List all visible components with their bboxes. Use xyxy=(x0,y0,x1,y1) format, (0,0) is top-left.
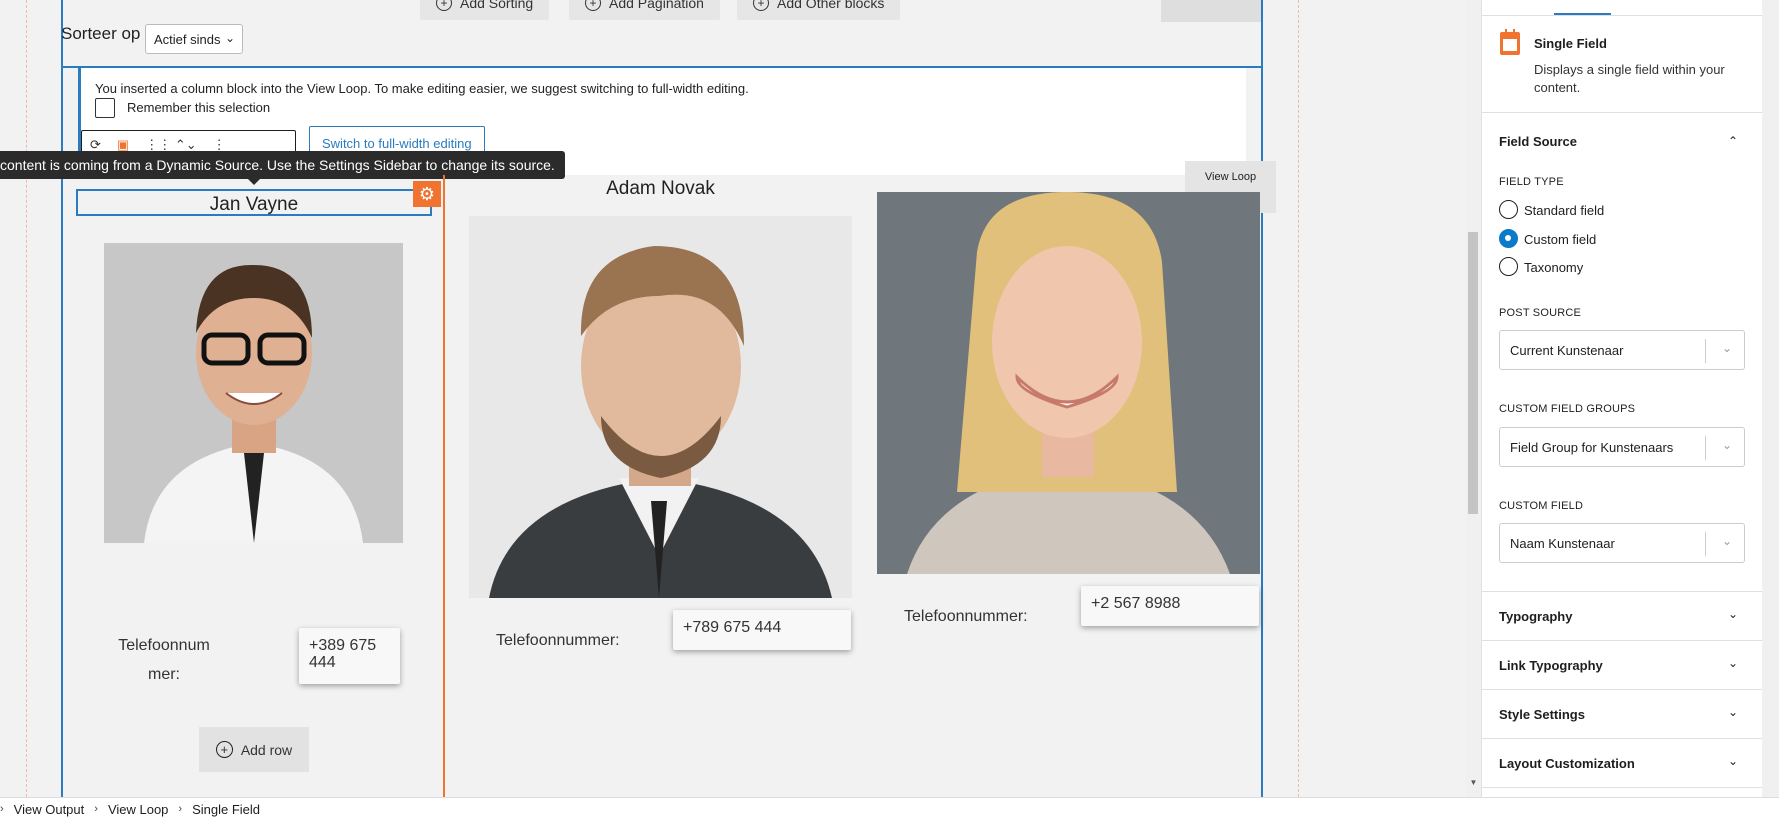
add-sorting-label: Add Sorting xyxy=(460,0,534,11)
block-title: Single Field xyxy=(1534,36,1607,51)
custom-field-groups-select[interactable]: Field Group for Kunstenaars ⌄ xyxy=(1499,427,1745,467)
chevron-down-icon[interactable]: ⌄ xyxy=(1728,607,1738,621)
sort-select-value: Actief sinds xyxy=(154,32,221,47)
person-photo xyxy=(877,192,1260,574)
custom-field-groups-value: Field Group for Kunstenaars xyxy=(1510,440,1674,455)
style-settings-panel-title[interactable]: Style Settings xyxy=(1499,707,1585,722)
breadcrumb-item-view-loop[interactable]: View Loop xyxy=(108,802,168,817)
custom-field-label: CUSTOM FIELD xyxy=(1499,500,1584,512)
phone-value: +789 675 444 xyxy=(673,610,851,650)
phone-value-line1: +389 675 xyxy=(309,637,377,654)
phone-value: +389 675 444 xyxy=(299,628,400,684)
phone-label: Telefoonnummer: xyxy=(904,608,1028,625)
post-source-select[interactable]: Current Kunstenaar ⌄ xyxy=(1499,330,1745,370)
radio-taxonomy-label: Taxonomy xyxy=(1524,260,1584,275)
settings-sidebar: Single Field Displays a single field wit… xyxy=(1481,0,1763,797)
tab-divider xyxy=(1482,15,1763,16)
add-other-blocks-label: Add Other blocks xyxy=(777,0,885,11)
person-photo-art xyxy=(104,243,403,543)
calendar-icon xyxy=(1500,29,1520,55)
divider xyxy=(1482,689,1763,690)
chevron-right-icon: › xyxy=(0,803,4,815)
custom-field-select[interactable]: Naam Kunstenaar ⌄ xyxy=(1499,523,1745,563)
phone-label: Telefoonnummer: xyxy=(496,632,620,649)
scroll-down-arrow[interactable]: ▼ xyxy=(1466,778,1481,787)
field-type-label: FIELD TYPE xyxy=(1499,176,1564,188)
plus-circle-icon: + xyxy=(436,0,452,11)
sidebar-scrollbar[interactable] xyxy=(1762,0,1779,797)
gear-icon[interactable]: ⚙ xyxy=(413,181,441,207)
breadcrumb-item-view-output[interactable]: View Output xyxy=(14,802,85,817)
radio-standard-label: Standard field xyxy=(1524,203,1605,218)
remember-checkbox[interactable] xyxy=(95,98,115,118)
chevron-down-icon: ⌄ xyxy=(1721,534,1732,548)
phone-value: +2 567 8988 xyxy=(1081,586,1259,626)
divider xyxy=(1482,738,1763,739)
card-name[interactable]: Jan Vayne xyxy=(76,189,432,216)
chevron-right-icon: › xyxy=(94,803,98,815)
chevron-right-icon: › xyxy=(178,803,183,815)
plus-circle-icon: + xyxy=(753,0,769,11)
divider xyxy=(1482,787,1763,788)
chevron-down-icon: ⌄ xyxy=(224,31,235,45)
radio-standard-field[interactable] xyxy=(1499,200,1518,219)
plus-circle-icon: + xyxy=(215,741,233,758)
chevron-down-icon[interactable]: ⌄ xyxy=(1728,754,1738,768)
guide-line xyxy=(26,0,27,797)
chevron-down-icon: ⌄ xyxy=(1721,438,1732,452)
chevron-up-icon[interactable]: ⌃ xyxy=(1728,134,1738,148)
chevron-down-icon[interactable]: ⌄ xyxy=(1728,705,1738,719)
tab-block-active[interactable] xyxy=(1554,13,1611,15)
select-separator xyxy=(1705,339,1706,363)
chevron-down-icon[interactable]: ⌄ xyxy=(1728,656,1738,670)
divider xyxy=(1482,640,1763,641)
add-pagination-label: Add Pagination xyxy=(609,0,704,11)
guide-line xyxy=(1298,0,1299,797)
person-photo xyxy=(469,216,852,598)
post-source-value: Current Kunstenaar xyxy=(1510,343,1624,358)
phone-label-line2: mer: xyxy=(148,666,180,683)
phone-label-line1: Telefoonnum xyxy=(118,637,210,654)
chevron-down-icon: ⌄ xyxy=(1721,341,1732,355)
block-description: Displays a single field within your cont… xyxy=(1534,62,1725,95)
divider xyxy=(1482,112,1763,113)
radio-custom-field[interactable] xyxy=(1499,229,1518,248)
post-source-label: POST SOURCE xyxy=(1499,307,1582,319)
custom-field-value: Naam Kunstenaar xyxy=(1510,536,1615,551)
editor-canvas: + Add Sorting + Add Pagination + Add Oth… xyxy=(0,0,1481,797)
link-typography-panel-title[interactable]: Link Typography xyxy=(1499,658,1603,673)
switch-full-width-label: Switch to full-width editing xyxy=(322,135,472,151)
card-name: Adam Novak xyxy=(606,178,715,199)
add-other-blocks-button[interactable]: + Add Other blocks xyxy=(737,0,901,20)
radio-taxonomy[interactable] xyxy=(1499,257,1518,276)
notice-text: You inserted a column block into the Vie… xyxy=(95,81,749,96)
field-source-panel-title[interactable]: Field Source xyxy=(1499,134,1577,149)
select-separator xyxy=(1705,532,1706,556)
sort-label: Sorteer op xyxy=(61,24,141,43)
add-row-button[interactable]: + Add row xyxy=(199,727,309,772)
breadcrumb-item-single-field[interactable]: Single Field xyxy=(192,802,260,817)
select-separator xyxy=(1705,436,1706,460)
phone-value-line2: 444 xyxy=(309,654,336,671)
add-pagination-button[interactable]: + Add Pagination xyxy=(569,0,720,20)
person-photo-art xyxy=(469,216,852,598)
add-row-label: Add row xyxy=(240,741,293,758)
divider xyxy=(1482,591,1763,592)
layout-customization-panel-title[interactable]: Layout Customization xyxy=(1499,756,1635,771)
typography-panel-title[interactable]: Typography xyxy=(1499,609,1572,624)
plus-circle-icon: + xyxy=(585,0,601,11)
remember-label: Remember this selection xyxy=(127,100,271,115)
person-photo xyxy=(104,243,403,543)
radio-custom-label: Custom field xyxy=(1524,232,1597,247)
placeholder-block xyxy=(1161,0,1261,22)
canvas-scrollbar-thumb[interactable] xyxy=(1468,232,1478,514)
breadcrumb: › View Output › View Loop › Single Field xyxy=(0,797,1779,820)
person-photo-art xyxy=(877,192,1260,574)
sort-select[interactable]: Actief sinds ⌄ xyxy=(145,24,243,54)
custom-field-groups-label: CUSTOM FIELD GROUPS xyxy=(1499,403,1636,415)
add-sorting-button[interactable]: + Add Sorting xyxy=(420,0,550,20)
phone-label: Telefoonnum mer: xyxy=(114,631,214,689)
